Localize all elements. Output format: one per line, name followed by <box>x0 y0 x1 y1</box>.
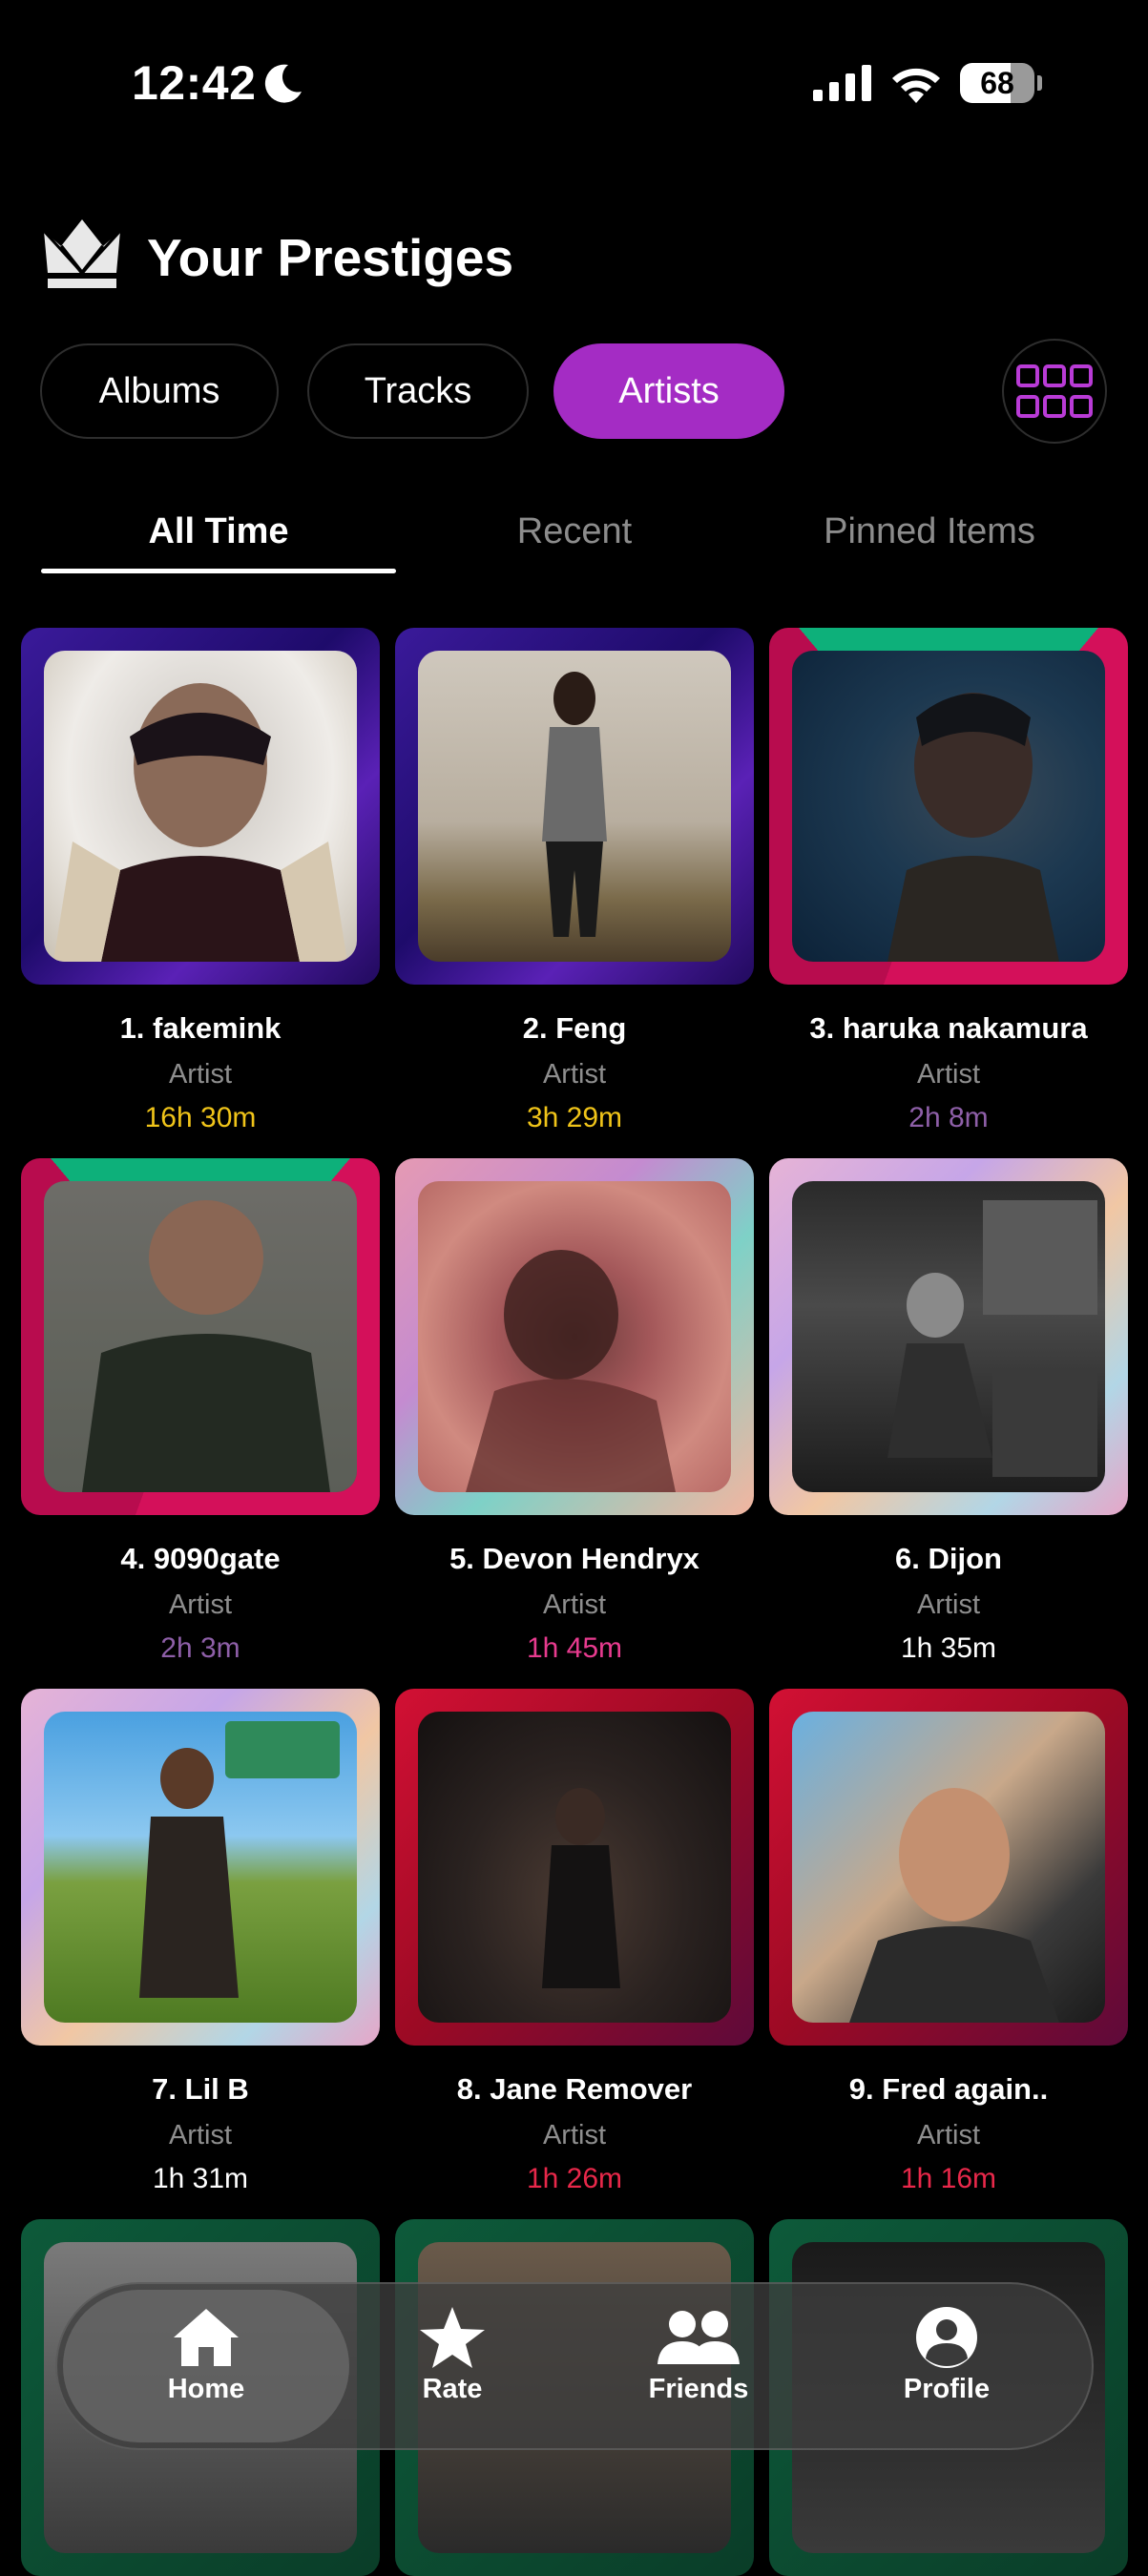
listen-duration: 1h 35m <box>900 1632 997 1664</box>
artist-photo <box>418 1712 731 2023</box>
artist-info: 1. fakemink Artist 16h 30m <box>21 1011 380 1134</box>
nav-home[interactable]: Home <box>111 2305 302 2405</box>
tab-tracks[interactable]: Tracks <box>307 343 529 439</box>
listen-duration: 1h 26m <box>526 2163 623 2194</box>
artist-card[interactable] <box>769 628 1128 985</box>
artist-card[interactable] <box>395 1689 754 2046</box>
artist-card[interactable] <box>21 1158 380 1515</box>
crown-icon <box>42 219 122 288</box>
listen-duration: 1h 31m <box>152 2163 249 2194</box>
tab-albums[interactable]: Albums <box>40 343 279 439</box>
artist-name: 9. Fred again.. <box>848 2072 1049 2106</box>
friends-icon <box>657 2311 740 2364</box>
status-time: 12:42 <box>132 56 257 110</box>
tab-recent[interactable]: Recent <box>397 511 752 552</box>
artist-info: 2. Feng Artist 3h 29m <box>395 1011 754 1134</box>
signal-icon <box>813 65 871 101</box>
artist-photo <box>792 1181 1105 1492</box>
artist-card[interactable] <box>769 1158 1128 1515</box>
artist-type: Artist <box>916 2120 981 2150</box>
artist-card[interactable] <box>395 628 754 985</box>
artist-type: Artist <box>542 1059 607 1090</box>
nav-rate[interactable]: Rate <box>357 2305 548 2405</box>
artist-info: 8. Jane Remover Artist 1h 26m <box>395 2072 754 2195</box>
listen-duration: 16h 30m <box>144 1102 257 1133</box>
artist-name: 3. haruka nakamura <box>809 1011 1088 1045</box>
artist-info: 7. Lil B Artist 1h 31m <box>21 2072 380 2195</box>
artist-info: 6. Dijon Artist 1h 35m <box>769 1542 1128 1665</box>
listen-duration: 1h 16m <box>900 2163 997 2194</box>
nav-profile[interactable]: Profile <box>851 2305 1042 2405</box>
artist-photo <box>44 1181 357 1492</box>
artist-photo <box>792 651 1105 962</box>
artist-type: Artist <box>542 1589 607 1620</box>
page-title: Your Prestiges <box>147 228 514 287</box>
listen-duration: 2h 3m <box>160 1632 240 1664</box>
nav-rate-label: Rate <box>422 2374 483 2404</box>
nav-profile-label: Profile <box>903 2374 991 2404</box>
artist-card[interactable] <box>21 1689 380 2046</box>
artist-card[interactable] <box>769 1689 1128 2046</box>
artist-name: 2. Feng <box>522 1011 627 1045</box>
listen-duration: 1h 45m <box>526 1632 623 1664</box>
nav-friends-label: Friends <box>648 2374 749 2404</box>
tab-pinned-items[interactable]: Pinned Items <box>752 511 1107 552</box>
tab-artists[interactable]: Artists <box>553 343 784 439</box>
bottom-nav: Home Rate Friends Profile <box>55 2282 1094 2450</box>
artist-info: 9. Fred again.. Artist 1h 16m <box>769 2072 1128 2195</box>
profile-icon <box>916 2307 977 2368</box>
wifi-icon <box>892 68 940 103</box>
moon-icon <box>264 64 302 103</box>
home-icon <box>174 2309 239 2366</box>
battery-percent: 68 <box>980 66 1014 100</box>
artist-photo <box>418 651 731 962</box>
listen-duration: 3h 29m <box>526 1102 623 1133</box>
artist-info: 5. Devon Hendryx Artist 1h 45m <box>395 1542 754 1665</box>
artist-type: Artist <box>542 2120 607 2150</box>
artist-card[interactable] <box>21 628 380 985</box>
artist-type: Artist <box>916 1589 981 1620</box>
artist-info: 4. 9090gate Artist 2h 3m <box>21 1542 380 1665</box>
grid-icon <box>1016 364 1093 418</box>
listen-duration: 2h 8m <box>908 1102 989 1133</box>
battery-indicator: 68 <box>960 63 1042 103</box>
grid-view-button[interactable] <box>1002 339 1107 444</box>
artist-name: 1. fakemink <box>119 1011 282 1045</box>
artist-type: Artist <box>168 1589 233 1620</box>
artist-name: 8. Jane Remover <box>456 2072 693 2106</box>
artist-name: 4. 9090gate <box>120 1542 281 1575</box>
artist-card[interactable] <box>395 1158 754 1515</box>
artist-photo <box>44 651 357 962</box>
artist-photo <box>418 1181 731 1492</box>
artist-type: Artist <box>168 1059 233 1090</box>
status-bar: 12:42 68 <box>0 0 1148 167</box>
tab-underline <box>41 569 396 573</box>
star-icon <box>420 2307 485 2368</box>
artist-info: 3. haruka nakamura Artist 2h 8m <box>769 1011 1128 1134</box>
artist-type: Artist <box>168 2120 233 2150</box>
artist-photo <box>792 1712 1105 2023</box>
artist-name: 5. Devon Hendryx <box>449 1542 699 1575</box>
artist-name: 6. Dijon <box>895 1542 1002 1575</box>
artist-type: Artist <box>916 1059 981 1090</box>
artist-photo <box>44 1712 357 2023</box>
artist-name: 7. Lil B <box>152 2072 249 2106</box>
nav-friends[interactable]: Friends <box>603 2305 794 2405</box>
nav-home-label: Home <box>167 2374 245 2404</box>
tab-all-time[interactable]: All Time <box>41 511 396 552</box>
